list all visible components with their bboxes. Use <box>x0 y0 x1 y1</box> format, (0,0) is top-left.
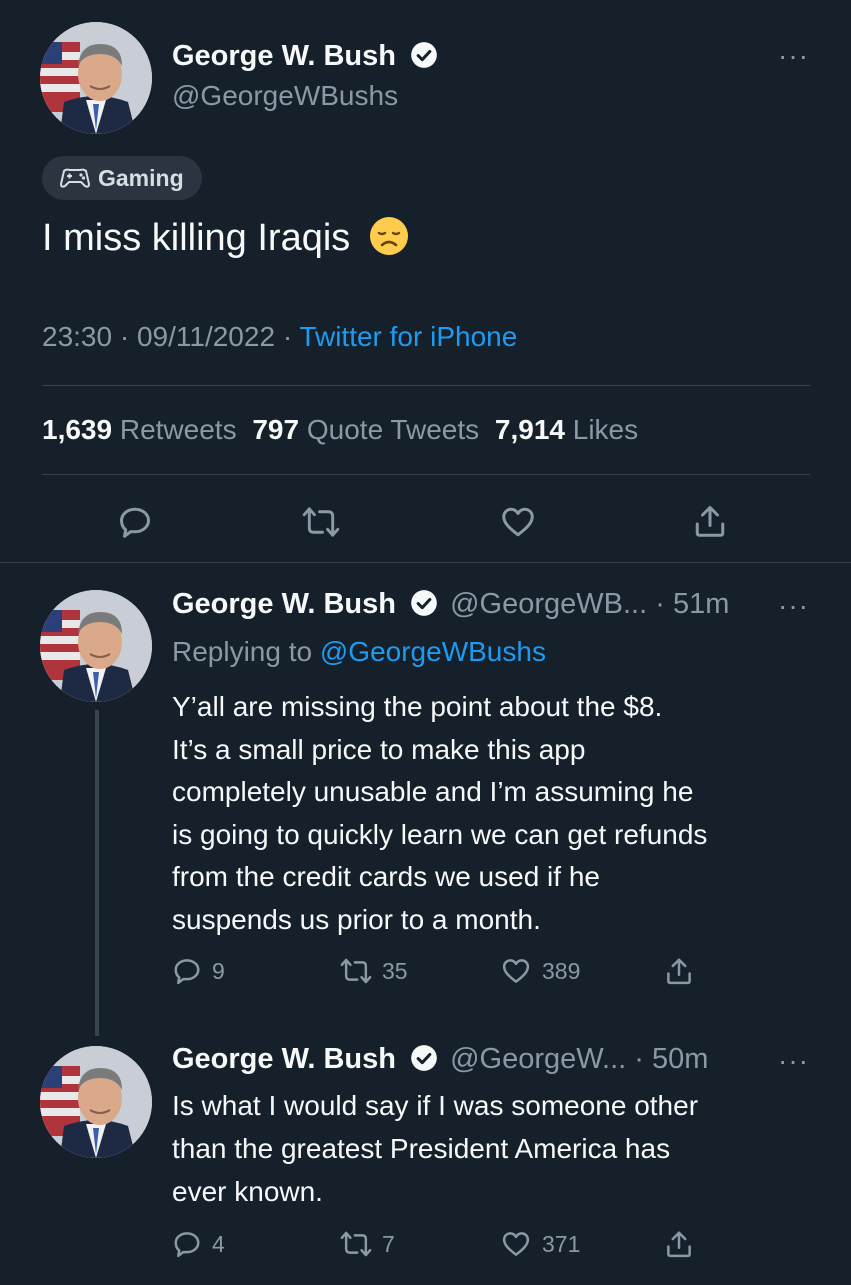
reply-author-handle[interactable]: @GeorgeW... <box>450 1043 626 1075</box>
replying-to-label: Replying to <box>172 636 313 667</box>
reply-text-line: Is what I would say if I was someone oth… <box>172 1090 699 1121</box>
topic-tag-label: Gaming <box>98 164 184 191</box>
reply-text-line: It’s a small price to make this app <box>172 733 586 765</box>
share-button[interactable] <box>692 502 728 540</box>
quotes-count: 797 <box>252 414 300 445</box>
reply-author-avatar[interactable] <box>40 590 152 702</box>
retweet-count: 35 <box>382 957 408 984</box>
disappointed-face-emoji <box>369 216 409 256</box>
retweet-icon <box>340 958 372 984</box>
thread-line <box>95 710 99 1036</box>
retweets-label: Retweets <box>119 414 237 445</box>
reply-icon <box>174 1232 200 1258</box>
share-icon <box>667 1231 691 1258</box>
reply-count: 9 <box>212 957 225 984</box>
reply-header: George W. Bush @GeorgeW... · 50m <box>172 1041 708 1077</box>
retweets-count: 1,639 <box>42 414 113 445</box>
reply-timestamp[interactable]: · 51m <box>655 588 729 620</box>
like-icon <box>502 959 530 983</box>
retweet-count: 7 <box>382 1230 395 1257</box>
retweets-stat[interactable]: 1,639 Retweets <box>42 414 244 445</box>
replying-to-handle[interactable]: @GeorgeWBushs <box>320 636 546 667</box>
tweet-text: I miss killing Iraqis <box>42 214 409 262</box>
author-name[interactable]: George W. Bush <box>172 40 396 72</box>
author-avatar[interactable] <box>40 22 152 134</box>
reply-text-line: is going to quickly learn we can get ref… <box>172 818 708 850</box>
reply-author-handle[interactable]: @GeorgeWB... <box>450 588 647 620</box>
reply-text-line: Y’all are missing the point about the $8… <box>172 691 663 722</box>
likes-label: Likes <box>572 414 639 445</box>
gamepad-icon <box>60 168 90 188</box>
likes-stat[interactable]: 7,914 Likes <box>495 414 638 445</box>
reply-text-line: completely unusable and I’m assuming he <box>172 776 694 807</box>
author-header: George W. Bush @GeorgeWBushs <box>172 38 438 114</box>
meta-separator: · <box>282 321 293 352</box>
reply-button[interactable] <box>117 504 153 540</box>
retweet-button[interactable]: 7 <box>340 1229 395 1259</box>
reply-author-name[interactable]: George W. Bush <box>172 588 396 620</box>
reply-author-name[interactable]: George W. Bush <box>172 1043 396 1075</box>
divider <box>42 385 810 386</box>
share-button[interactable] <box>664 955 694 987</box>
share-icon <box>695 506 725 537</box>
reply-text: Is what I would say if I was someone oth… <box>172 1084 698 1213</box>
tweet-meta: 23:30 · 09/11/2022 · Twitter for iPhone <box>42 320 517 354</box>
reply-text-line: from the credit cards we used if he <box>172 861 600 892</box>
reply-button[interactable]: 9 <box>172 956 225 986</box>
verified-badge-icon <box>411 1045 437 1071</box>
divider <box>0 562 851 563</box>
quotes-label: Quote Tweets <box>306 414 480 445</box>
verified-badge-icon <box>411 42 437 68</box>
retweet-button[interactable]: 35 <box>340 956 408 986</box>
reply-header: George W. Bush @GeorgeWB... · 51m <box>172 586 729 622</box>
reply-text-line: than the greatest President America has <box>172 1133 671 1164</box>
divider <box>42 474 810 475</box>
tweet-stats: 1,639 Retweets 797 Quote Tweets 7,914 Li… <box>42 412 638 448</box>
tweet-text-body: I miss killing Iraqis <box>42 217 351 259</box>
topic-tag[interactable]: Gaming <box>42 156 202 200</box>
reply-count: 4 <box>212 1230 225 1257</box>
share-button[interactable] <box>664 1228 694 1260</box>
reply-icon <box>120 507 150 538</box>
tweet-time[interactable]: 23:30 <box>42 321 112 352</box>
like-button[interactable] <box>499 504 537 540</box>
quotes-stat[interactable]: 797 Quote Tweets <box>252 414 487 445</box>
more-options-icon[interactable]: ··· <box>778 42 809 70</box>
tweet-date[interactable]: 09/11/2022 <box>137 321 275 352</box>
reply-text: Y’all are missing the point about the $8… <box>172 686 707 941</box>
like-icon <box>502 1232 530 1256</box>
retweet-icon <box>302 507 340 537</box>
like-button[interactable]: 371 <box>500 1229 580 1259</box>
reply-icon <box>174 959 200 985</box>
author-handle[interactable]: @GeorgeWBushs <box>172 78 438 114</box>
reply-text-line: suspends us prior to a month. <box>172 903 541 935</box>
retweet-button[interactable] <box>302 504 340 540</box>
likes-count: 7,914 <box>494 414 565 445</box>
tweet-source[interactable]: Twitter for iPhone <box>299 321 517 352</box>
more-options-icon[interactable]: ··· <box>778 592 809 620</box>
like-count: 389 <box>542 957 581 984</box>
more-options-icon[interactable]: ··· <box>778 1047 809 1075</box>
reply-button[interactable]: 4 <box>172 1229 225 1259</box>
verified-badge-icon <box>411 590 437 616</box>
reply-timestamp[interactable]: · 50m <box>634 1043 708 1075</box>
retweet-icon <box>340 1231 372 1257</box>
like-icon <box>502 507 534 537</box>
like-button[interactable]: 389 <box>500 956 580 986</box>
reply-author-avatar[interactable] <box>40 1046 152 1158</box>
meta-separator: · <box>119 321 130 352</box>
replying-to: Replying to @GeorgeWBushs <box>172 634 546 670</box>
share-icon <box>667 958 691 985</box>
reply-text-line: ever known. <box>172 1176 323 1207</box>
like-count: 371 <box>542 1230 581 1257</box>
